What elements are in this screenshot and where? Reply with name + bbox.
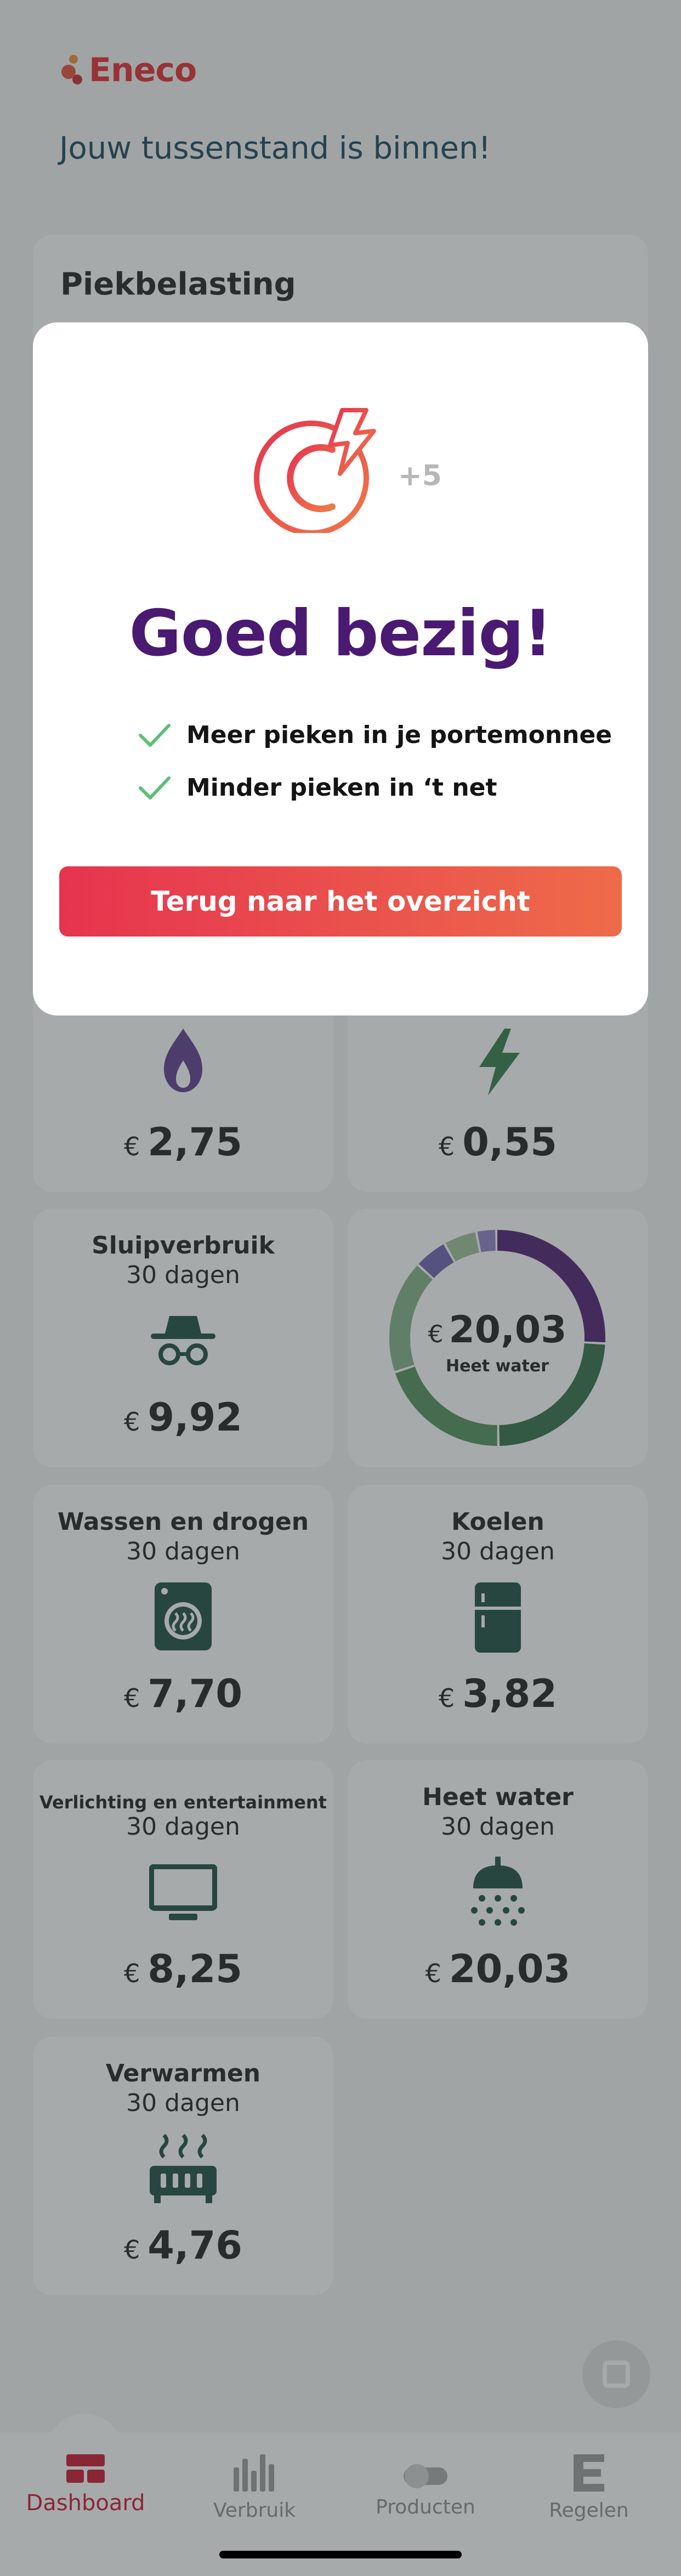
modal-title: Goed bezig! xyxy=(129,597,553,671)
bonus-points: +5 xyxy=(398,459,442,492)
success-modal: +5 Goed bezig! Meer pieken in je portemo… xyxy=(33,322,648,1015)
dashboard-page: Eneco Jouw tussenstand is binnen! Piekbe… xyxy=(0,0,681,2576)
benefit-row: Meer pieken in je portemonnee xyxy=(138,718,612,751)
benefit-row: Minder pieken in ‘t net xyxy=(138,771,497,804)
home-indicator xyxy=(219,2551,462,2558)
checkmark-icon xyxy=(139,724,171,747)
benefit-text: Meer pieken in je portemonnee xyxy=(186,720,612,749)
back-to-overview-button[interactable]: Terug naar het overzicht xyxy=(59,866,622,937)
checkmark-icon xyxy=(139,776,171,799)
benefit-text: Minder pieken in ‘t net xyxy=(186,773,497,802)
